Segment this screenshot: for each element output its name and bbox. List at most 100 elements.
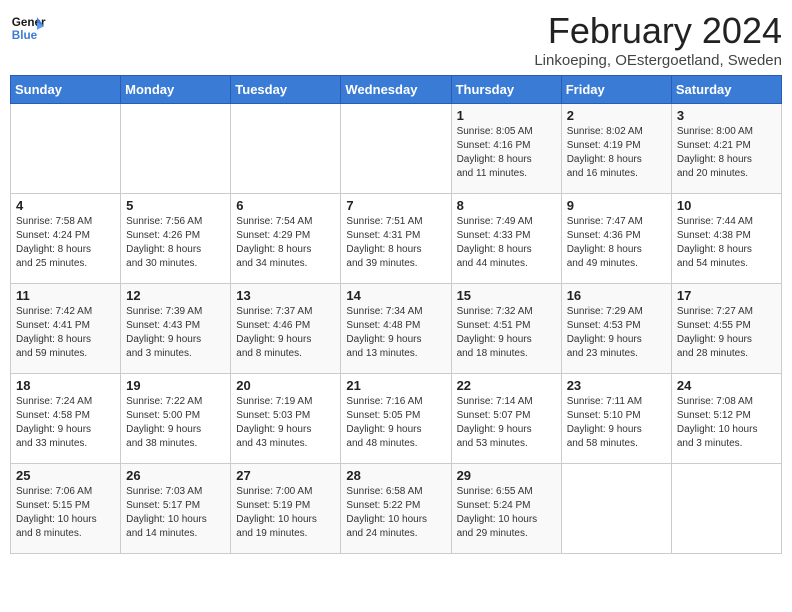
day-number: 2 [567,108,666,123]
day-detail: Sunrise: 7:56 AM Sunset: 4:26 PM Dayligh… [126,215,225,271]
day-number: 20 [236,378,335,393]
day-detail: Sunrise: 7:47 AM Sunset: 4:36 PM Dayligh… [567,215,666,271]
calendar-day-cell [121,104,231,194]
day-detail: Sunrise: 7:16 AM Sunset: 5:05 PM Dayligh… [346,395,445,451]
day-number: 15 [457,288,556,303]
day-number: 14 [346,288,445,303]
calendar-day-cell: 4 Sunrise: 7:58 AM Sunset: 4:24 PM Daylig… [11,194,121,284]
day-number: 13 [236,288,335,303]
calendar-day-cell: 11Sunrise: 7:42 AM Sunset: 4:41 PM Dayli… [11,284,121,374]
calendar-day-cell: 24Sunrise: 7:08 AM Sunset: 5:12 PM Dayli… [671,374,781,464]
calendar-week-row: 1 Sunrise: 8:05 AM Sunset: 4:16 PM Daylig… [11,104,782,194]
day-detail: Sunrise: 7:49 AM Sunset: 4:33 PM Dayligh… [457,215,556,271]
day-detail: Sunrise: 7:11 AM Sunset: 5:10 PM Dayligh… [567,395,666,451]
day-detail: Sunrise: 7:19 AM Sunset: 5:03 PM Dayligh… [236,395,335,451]
day-number: 24 [677,378,776,393]
calendar-day-cell [341,104,451,194]
calendar-day-cell: 18 Sunrise: 7:24 AM Sunset: 4:58 PM Dayli… [11,374,121,464]
day-detail: Sunrise: 7:39 AM Sunset: 4:43 PM Dayligh… [126,305,225,361]
calendar-day-cell: 17 Sunrise: 7:27 AM Sunset: 4:55 PM Dayli… [671,284,781,374]
calendar-day-cell: 1 Sunrise: 8:05 AM Sunset: 4:16 PM Daylig… [451,104,561,194]
day-number: 8 [457,198,556,213]
calendar-day-cell: 27Sunrise: 7:00 AM Sunset: 5:19 PM Dayli… [231,464,341,554]
calendar-day-cell [231,104,341,194]
svg-text:Blue: Blue [12,29,38,42]
day-number: 3 [677,108,776,123]
day-detail: Sunrise: 7:27 AM Sunset: 4:55 PM Dayligh… [677,305,776,361]
calendar-week-row: 11Sunrise: 7:42 AM Sunset: 4:41 PM Dayli… [11,284,782,374]
location-title: Linkoeping, OEstergoetland, Sweden [534,52,782,69]
calendar-day-cell [671,464,781,554]
day-number: 26 [126,468,225,483]
day-detail: Sunrise: 6:58 AM Sunset: 5:22 PM Dayligh… [346,485,445,541]
day-of-week-header: Thursday [451,76,561,104]
day-detail: Sunrise: 7:06 AM Sunset: 5:15 PM Dayligh… [16,485,115,541]
day-detail: Sunrise: 7:58 AM Sunset: 4:24 PM Dayligh… [16,215,115,271]
day-number: 29 [457,468,556,483]
day-of-week-header: Saturday [671,76,781,104]
page-header: General Blue February 2024 Linkoeping, O… [10,10,782,69]
day-number: 19 [126,378,225,393]
day-detail: Sunrise: 7:14 AM Sunset: 5:07 PM Dayligh… [457,395,556,451]
calendar-day-cell: 29 Sunrise: 6:55 AM Sunset: 5:24 PM Dayli… [451,464,561,554]
calendar-day-cell: 22 Sunrise: 7:14 AM Sunset: 5:07 PM Dayli… [451,374,561,464]
day-of-week-header: Tuesday [231,76,341,104]
day-detail: Sunrise: 7:32 AM Sunset: 4:51 PM Dayligh… [457,305,556,361]
day-number: 6 [236,198,335,213]
calendar-day-cell [11,104,121,194]
calendar-day-cell: 12 Sunrise: 7:39 AM Sunset: 4:43 PM Dayli… [121,284,231,374]
calendar-day-cell: 19 Sunrise: 7:22 AM Sunset: 5:00 PM Dayli… [121,374,231,464]
day-of-week-header: Monday [121,76,231,104]
calendar-day-cell: 6 Sunrise: 7:54 AM Sunset: 4:29 PM Daylig… [231,194,341,284]
calendar-day-cell: 13 Sunrise: 7:37 AM Sunset: 4:46 PM Dayli… [231,284,341,374]
calendar-week-row: 18 Sunrise: 7:24 AM Sunset: 4:58 PM Dayli… [11,374,782,464]
calendar-week-row: 25 Sunrise: 7:06 AM Sunset: 5:15 PM Dayli… [11,464,782,554]
day-number: 18 [16,378,115,393]
day-number: 28 [346,468,445,483]
day-detail: Sunrise: 7:00 AM Sunset: 5:19 PM Dayligh… [236,485,335,541]
day-number: 22 [457,378,556,393]
day-number: 23 [567,378,666,393]
day-number: 7 [346,198,445,213]
calendar-day-cell: 21Sunrise: 7:16 AM Sunset: 5:05 PM Dayli… [341,374,451,464]
calendar-day-cell: 26Sunrise: 7:03 AM Sunset: 5:17 PM Dayli… [121,464,231,554]
calendar-day-cell: 9 Sunrise: 7:47 AM Sunset: 4:36 PM Daylig… [561,194,671,284]
day-detail: Sunrise: 7:24 AM Sunset: 4:58 PM Dayligh… [16,395,115,451]
day-number: 12 [126,288,225,303]
calendar-day-cell: 14 Sunrise: 7:34 AM Sunset: 4:48 PM Dayli… [341,284,451,374]
day-detail: Sunrise: 7:34 AM Sunset: 4:48 PM Dayligh… [346,305,445,361]
day-of-week-header: Wednesday [341,76,451,104]
calendar-day-cell: 5Sunrise: 7:56 AM Sunset: 4:26 PM Daylig… [121,194,231,284]
title-block: February 2024 Linkoeping, OEstergoetland… [534,10,782,69]
calendar-day-cell: 7Sunrise: 7:51 AM Sunset: 4:31 PM Daylig… [341,194,451,284]
day-detail: Sunrise: 7:22 AM Sunset: 5:00 PM Dayligh… [126,395,225,451]
calendar-day-cell: 20 Sunrise: 7:19 AM Sunset: 5:03 PM Dayli… [231,374,341,464]
calendar-day-cell: 10Sunrise: 7:44 AM Sunset: 4:38 PM Dayli… [671,194,781,284]
day-number: 17 [677,288,776,303]
day-number: 1 [457,108,556,123]
day-number: 16 [567,288,666,303]
day-detail: Sunrise: 6:55 AM Sunset: 5:24 PM Dayligh… [457,485,556,541]
calendar-week-row: 4 Sunrise: 7:58 AM Sunset: 4:24 PM Daylig… [11,194,782,284]
calendar-day-cell: 15 Sunrise: 7:32 AM Sunset: 4:51 PM Dayli… [451,284,561,374]
day-detail: Sunrise: 8:05 AM Sunset: 4:16 PM Dayligh… [457,125,556,181]
calendar-day-cell [561,464,671,554]
calendar-day-cell: 8 Sunrise: 7:49 AM Sunset: 4:33 PM Daylig… [451,194,561,284]
calendar-day-cell: 25 Sunrise: 7:06 AM Sunset: 5:15 PM Dayli… [11,464,121,554]
day-number: 9 [567,198,666,213]
day-detail: Sunrise: 7:54 AM Sunset: 4:29 PM Dayligh… [236,215,335,271]
calendar-day-cell: 16Sunrise: 7:29 AM Sunset: 4:53 PM Dayli… [561,284,671,374]
day-detail: Sunrise: 7:37 AM Sunset: 4:46 PM Dayligh… [236,305,335,361]
calendar-day-cell: 28 Sunrise: 6:58 AM Sunset: 5:22 PM Dayli… [341,464,451,554]
day-number: 25 [16,468,115,483]
calendar-header-row: SundayMondayTuesdayWednesdayThursdayFrid… [11,76,782,104]
day-detail: Sunrise: 7:42 AM Sunset: 4:41 PM Dayligh… [16,305,115,361]
day-of-week-header: Friday [561,76,671,104]
calendar-table: SundayMondayTuesdayWednesdayThursdayFrid… [10,75,782,554]
month-title: February 2024 [534,10,782,52]
day-detail: Sunrise: 8:02 AM Sunset: 4:19 PM Dayligh… [567,125,666,181]
day-of-week-header: Sunday [11,76,121,104]
calendar-day-cell: 3Sunrise: 8:00 AM Sunset: 4:21 PM Daylig… [671,104,781,194]
calendar-day-cell: 23 Sunrise: 7:11 AM Sunset: 5:10 PM Dayli… [561,374,671,464]
day-number: 4 [16,198,115,213]
